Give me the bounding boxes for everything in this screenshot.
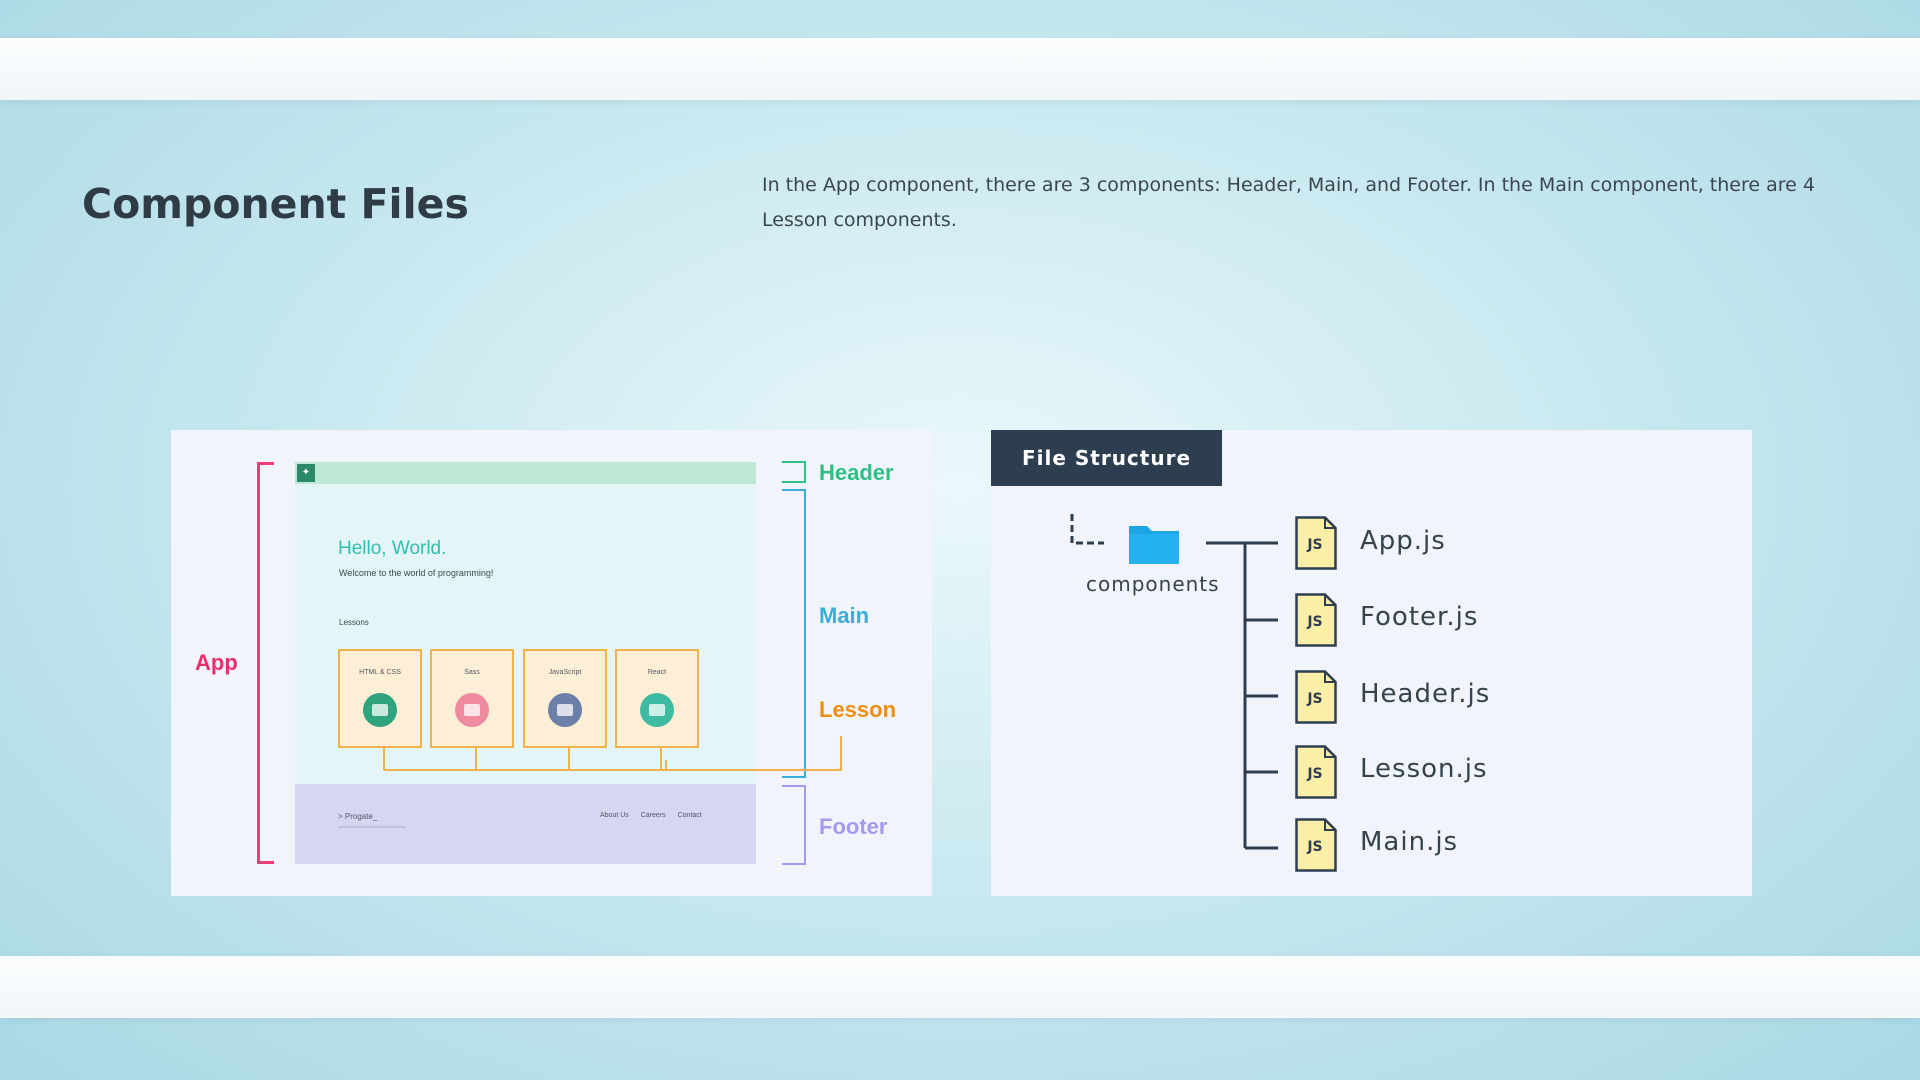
main-label: Main <box>819 603 870 628</box>
main-bracket <box>782 489 806 778</box>
file-structure-panel: File Structure components JS App.js JS F… <box>991 430 1752 896</box>
component-diagram-panel: App ✦ Hello, World. Welcome to the world… <box>171 430 932 896</box>
js-file-icon-text: JS <box>1306 839 1322 855</box>
js-file-icon: JS <box>1295 818 1337 872</box>
js-file-icon-text: JS <box>1306 537 1322 553</box>
lesson-connector <box>665 736 842 771</box>
header-bracket <box>782 461 806 483</box>
page-title: Component Files <box>82 180 469 228</box>
file-name: Header.js <box>1360 679 1491 709</box>
js-file-icon-text: JS <box>1306 614 1322 630</box>
page-description: In the App component, there are 3 compon… <box>762 174 1815 231</box>
js-file-icon: JS <box>1295 745 1337 799</box>
footer-bracket <box>782 785 806 865</box>
file-name: Main.js <box>1360 827 1459 857</box>
js-file-icon-text: JS <box>1306 766 1322 782</box>
js-file-icon: JS <box>1295 593 1337 647</box>
lesson-label: Lesson <box>819 697 897 722</box>
folder-label: components <box>1086 572 1220 596</box>
js-file-icon-text: JS <box>1306 691 1322 707</box>
footer-label: Footer <box>819 814 888 839</box>
file-name: Footer.js <box>1360 602 1479 632</box>
folder-icon <box>1129 526 1179 564</box>
file-name: App.js <box>1360 526 1446 556</box>
bottom-band <box>0 956 1920 1018</box>
tree-line <box>1070 514 1104 545</box>
header-label: Header <box>819 460 894 485</box>
js-file-icon: JS <box>1295 516 1337 570</box>
js-file-icon: JS <box>1295 670 1337 724</box>
bracket-connectors <box>383 461 842 865</box>
top-band <box>0 38 1920 100</box>
file-name: Lesson.js <box>1360 754 1488 784</box>
